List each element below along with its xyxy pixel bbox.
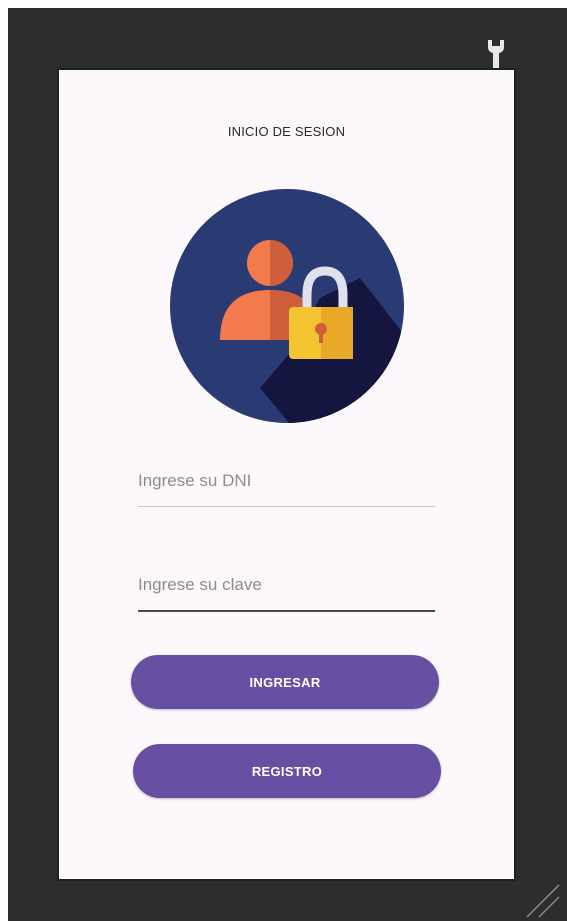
dni-input[interactable]	[138, 466, 435, 496]
page-title: INICIO DE SESION	[227, 124, 346, 139]
user-lock-icon	[170, 189, 404, 423]
dni-field	[138, 466, 435, 507]
resize-grip-icon[interactable]	[521, 879, 561, 919]
registro-button[interactable]: REGISTRO	[133, 744, 441, 798]
clave-underline	[138, 610, 435, 612]
ingresar-button[interactable]: INGRESAR	[131, 655, 439, 709]
app-screen: INICIO DE SESION INGRESAR REGISTRO	[59, 70, 514, 879]
clave-field	[138, 570, 435, 612]
dni-underline	[138, 506, 435, 507]
wrench-icon[interactable]	[485, 38, 507, 70]
clave-input[interactable]	[138, 570, 435, 600]
